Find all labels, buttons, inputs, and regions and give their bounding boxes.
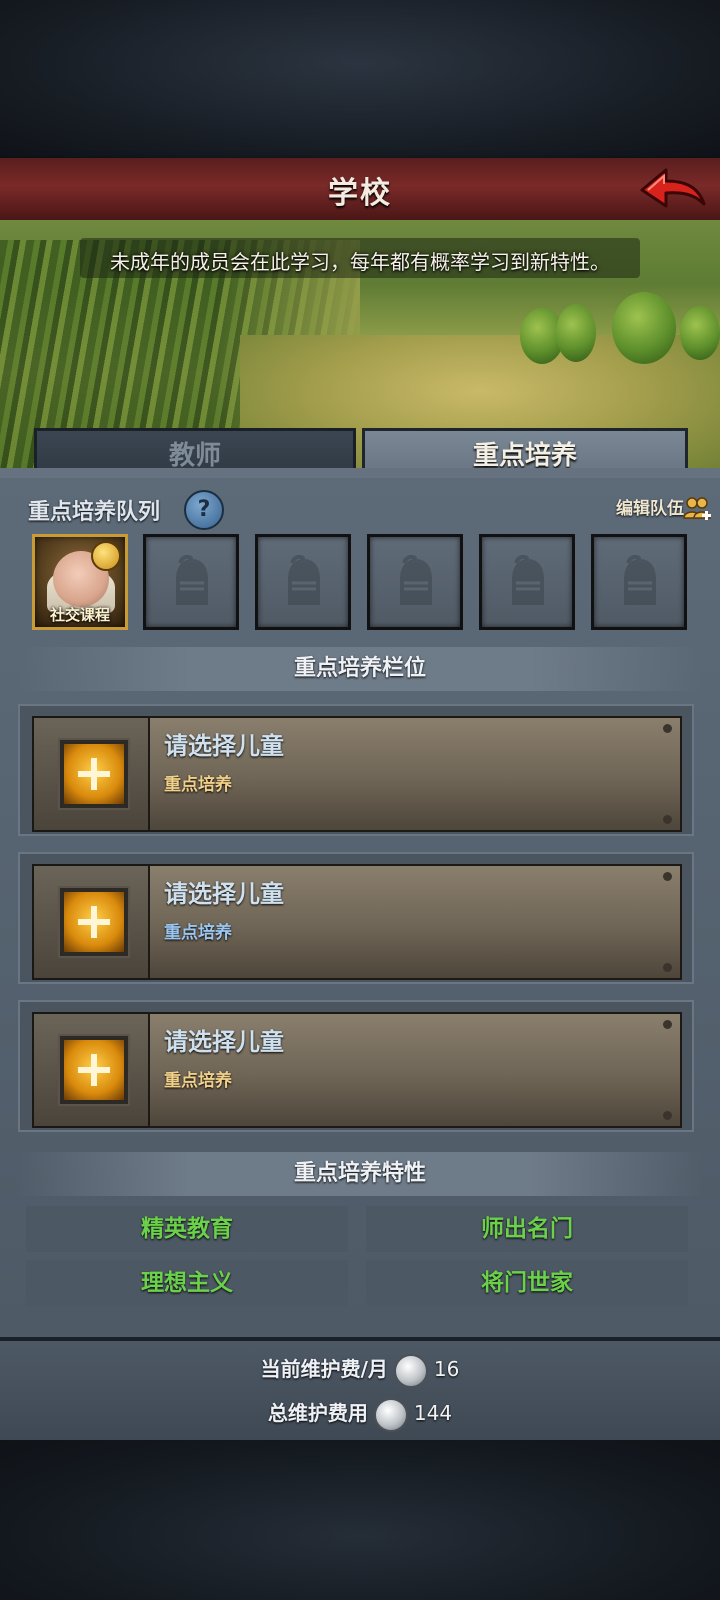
focus-slot-card[interactable]: 请选择儿童 重点培养 (18, 852, 694, 984)
monthly-fee-value: 16 (433, 1357, 460, 1381)
queue-slot[interactable] (591, 534, 687, 630)
slot-subtitle: 重点培养 (164, 923, 232, 943)
banner-description: 未成年的成员会在此学习，每年都有概率学习到新特性。 (110, 250, 610, 274)
knight-helmet-icon (288, 555, 320, 605)
total-fee-row: 总维护费用 144 (0, 1397, 720, 1432)
back-button[interactable] (636, 164, 708, 216)
add-child-button[interactable] (60, 740, 128, 808)
focus-slots-heading: 重点培养栏位 (18, 647, 702, 691)
trait-item[interactable]: 师出名门 (366, 1206, 688, 1252)
maintenance-footer: 当前维护费/月 16 总维护费用 144 (0, 1337, 720, 1445)
people-add-icon[interactable] (682, 494, 712, 524)
total-fee-value: 144 (413, 1401, 453, 1425)
add-child-button[interactable] (60, 1036, 128, 1104)
bottom-backdrop (0, 1440, 720, 1600)
queue-label: 重点培养队列 (28, 500, 161, 525)
page-title: 学校 (328, 176, 392, 211)
monthly-fee-row: 当前维护费/月 16 (0, 1353, 720, 1388)
title-bar: 学校 (0, 158, 720, 223)
add-child-button[interactable] (60, 888, 128, 956)
swap-icon[interactable] (91, 541, 121, 571)
trait-item[interactable]: 将门世家 (366, 1260, 688, 1306)
top-backdrop (0, 0, 720, 158)
knight-helmet-icon (400, 555, 432, 605)
focus-slot-card[interactable]: 请选择儿童 重点培养 (18, 704, 694, 836)
child-select-area[interactable]: 请选择儿童 重点培养 (148, 864, 682, 980)
slot-subtitle: 重点培养 (164, 1071, 232, 1091)
back-arrow-icon (640, 168, 706, 208)
queue-slot[interactable]: 社交课程 (32, 534, 128, 630)
slot-title: 请选择儿童 (164, 880, 284, 908)
queue-slot[interactable] (143, 534, 239, 630)
monthly-fee-label: 当前维护费/月 (260, 1357, 388, 1381)
queue-slot[interactable] (255, 534, 351, 630)
knight-helmet-icon (176, 555, 208, 605)
child-select-area[interactable]: 请选择儿童 重点培养 (148, 716, 682, 832)
silver-coin-icon (393, 1353, 428, 1388)
knight-helmet-icon (512, 555, 544, 605)
trait-item[interactable]: 理想主义 (26, 1260, 348, 1306)
slot-title: 请选择儿童 (164, 1028, 284, 1056)
queue-slot[interactable] (367, 534, 463, 630)
queue-slot[interactable] (479, 534, 575, 630)
total-fee-label: 总维护费用 (267, 1401, 368, 1425)
slot-title: 请选择儿童 (164, 732, 284, 760)
knight-helmet-icon (624, 555, 656, 605)
slot-caption: 社交课程 (49, 606, 110, 624)
trait-item[interactable]: 精英教育 (26, 1206, 348, 1252)
traits-heading: 重点培养特性 (18, 1152, 702, 1196)
edit-team-button[interactable]: 编辑队伍 (616, 494, 684, 519)
silver-coin-icon (373, 1397, 408, 1432)
focus-slot-card[interactable]: 请选择儿童 重点培养 (18, 1000, 694, 1132)
help-icon[interactable]: ? (184, 490, 224, 530)
child-select-area[interactable]: 请选择儿童 重点培养 (148, 1012, 682, 1128)
slot-subtitle: 重点培养 (164, 775, 232, 795)
